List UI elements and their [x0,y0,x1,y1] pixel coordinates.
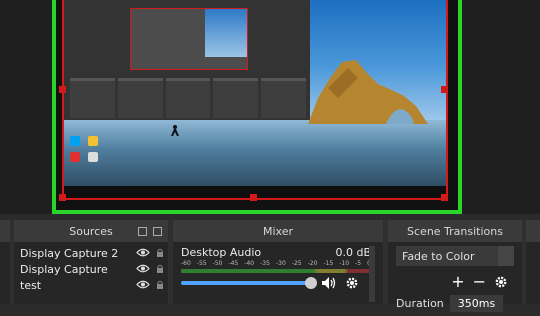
sources-title: Sources [69,224,113,238]
close-icon[interactable] [153,227,162,236]
source-label: test [20,278,42,292]
resize-handle-left[interactable] [59,86,66,93]
meter-tick-label: -15 [323,260,334,267]
meter-tick-label: -50 [212,260,223,267]
desktop-shortcut-icon [70,136,80,146]
desktop-shortcut-icon [70,152,80,162]
gear-icon[interactable] [345,276,359,290]
lock-icon[interactable] [156,264,164,274]
remove-transition-button[interactable]: − [473,272,486,291]
resize-handle-bottom-right[interactable] [441,194,448,201]
eye-icon[interactable] [136,264,150,273]
meter-tick-label: -40 [244,260,255,267]
eye-icon[interactable] [136,248,150,257]
controls-panel-title-bar [526,220,540,242]
transitions-title: Scene Transitions [407,224,503,238]
nested-wallpaper [205,9,247,57]
sources-dock-controls [138,227,162,236]
meter-tick-label: -25 [291,260,302,267]
sources-panel: Sources Display Capture 2 Display Captur… [14,220,168,304]
meter-scale: -60-55-50-45-40-35-30-25-20-15-10-50 [173,259,383,267]
mixer-title-bar: Mixer [173,220,383,242]
scene-transitions-panel: Scene Transitions Fade to Color + − Dura… [388,220,522,312]
nested-preview-thumbnail [130,8,248,70]
meter-tick-label: -5 [355,260,362,267]
captured-dock [117,78,163,118]
transitions-title-bar: Scene Transitions [388,220,522,242]
dock-area: Sources Display Capture 2 Display Captur… [0,220,540,312]
display-capture-source[interactable] [62,0,448,200]
mixer-scrollbar[interactable] [369,246,375,302]
mixer-panel: Mixer Desktop Audio 0.0 dB -60 -55 -50 -45-… [173,220,383,304]
desktop-shortcut-icon [88,136,98,146]
lock-icon[interactable] [156,280,164,290]
source-label: Display Capture 2 [20,246,119,260]
resize-handle-bottom-left[interactable] [59,194,66,201]
captured-dock [70,78,115,118]
captured-dock [213,78,259,118]
meter-tick-label: -10 [339,260,350,267]
add-transition-button[interactable]: + [451,272,464,291]
resize-handle-bottom[interactable] [250,194,257,201]
scenes-panel-title-bar [0,220,10,242]
sources-title-bar: Sources [14,220,168,242]
source-item[interactable]: Display Capture 2 [14,245,168,261]
person-silhouette [171,125,179,136]
resize-handle-right[interactable] [441,86,448,93]
volume-slider-thumb[interactable] [305,277,317,289]
volume-slider-fill [181,281,311,285]
meter-tick-label: -55 [196,260,207,267]
scenes-panel-edge [0,220,10,304]
meter-tick-label: -35 [260,260,270,267]
gear-icon[interactable] [494,275,508,289]
chevron-down-icon[interactable] [498,246,514,266]
transition-selected-value: Fade to Color [402,249,475,263]
captured-dock [261,78,306,118]
wallpaper-rock-arch [308,60,428,124]
meter-tick-label: -45 [228,260,239,267]
audio-channel-name: Desktop Audio [181,246,262,259]
wallpaper-sea [64,120,446,186]
mixer-title: Mixer [262,224,293,238]
controls-panel-edge [526,220,540,304]
desktop-shortcut-icon [88,152,98,162]
lock-icon[interactable] [156,248,164,258]
audio-channel-level: 0.0 dB [335,246,371,259]
source-label: Display Capture [20,262,108,276]
meter-tick-label: -60 [181,260,191,267]
meter-tick-label: -30 [275,260,286,267]
eye-icon[interactable] [136,280,150,289]
preview-canvas[interactable] [0,0,540,214]
speaker-icon[interactable] [321,276,337,290]
captured-obs-docks [70,78,306,118]
float-icon[interactable] [138,227,147,236]
transition-select[interactable]: Fade to Color [396,246,514,266]
volume-meter [181,269,371,273]
captured-obs-window [64,0,310,120]
volume-slider[interactable] [181,277,317,289]
captured-dock [165,78,211,118]
source-item[interactable]: test [14,277,168,293]
meter-tick-label: -20 [307,260,318,267]
source-item[interactable]: Display Capture [14,261,168,277]
